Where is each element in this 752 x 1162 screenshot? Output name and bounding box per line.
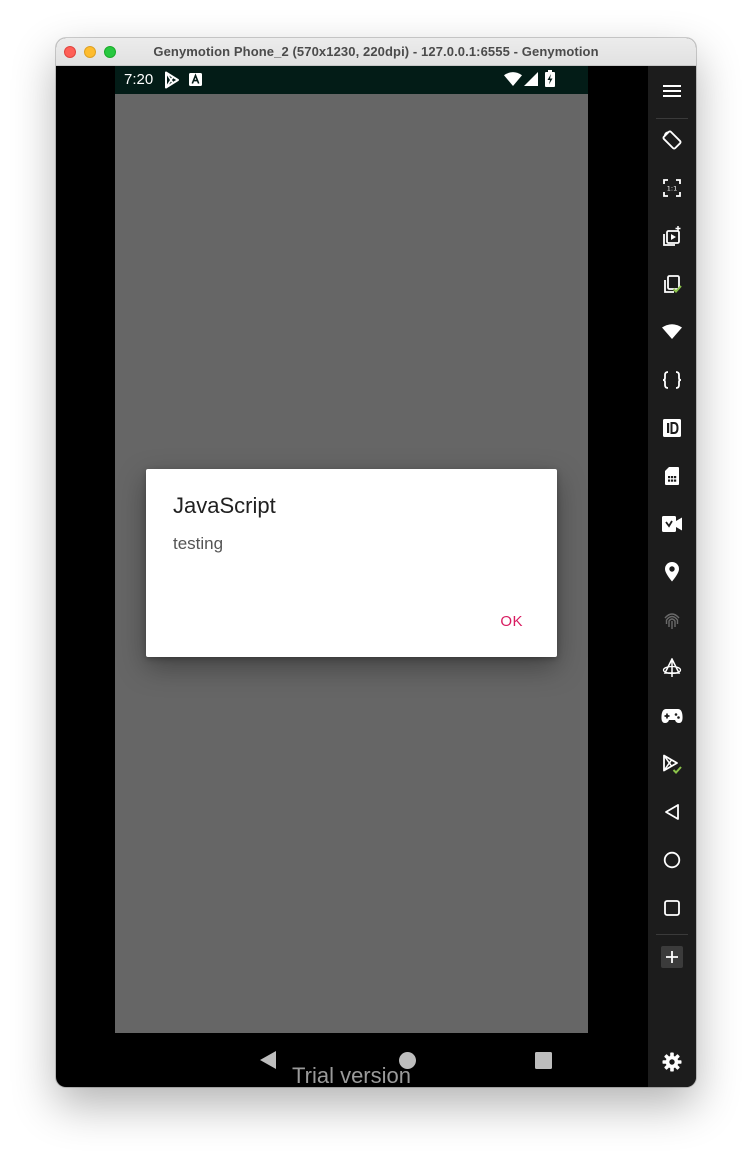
fingerprint-button[interactable] bbox=[648, 600, 696, 640]
motion-sensor-button[interactable] bbox=[648, 648, 696, 688]
braces-icon bbox=[662, 371, 682, 389]
window-title: Genymotion Phone_2 (570x1230, 220dpi) - … bbox=[153, 44, 599, 59]
sim-card-icon bbox=[665, 467, 679, 485]
nav-back-icon[interactable] bbox=[259, 1050, 277, 1070]
back-button[interactable] bbox=[648, 792, 696, 832]
dialog-title: JavaScript bbox=[173, 493, 276, 518]
toolbar-menu-button[interactable] bbox=[648, 71, 696, 111]
location-pin-icon bbox=[665, 562, 679, 582]
status-time: 7:20 bbox=[124, 71, 154, 88]
sim-card-button[interactable] bbox=[648, 456, 696, 496]
menu-icon bbox=[663, 85, 681, 97]
motion-sensor-icon bbox=[662, 658, 682, 677]
gapps-button[interactable] bbox=[648, 744, 696, 784]
javascript-alert-dialog: JavaScript testing OK bbox=[146, 469, 557, 657]
wifi-icon bbox=[504, 72, 522, 86]
nav-recents-icon[interactable] bbox=[535, 1052, 552, 1069]
emulator-window: Genymotion Phone_2 (570x1230, 220dpi) - … bbox=[56, 38, 696, 1087]
a-notification-icon bbox=[189, 73, 202, 86]
location-button[interactable] bbox=[648, 552, 696, 592]
add-widget-button[interactable] bbox=[648, 937, 696, 977]
wifi-button[interactable] bbox=[648, 312, 696, 352]
add-icon-box bbox=[661, 946, 683, 968]
capture-icon bbox=[663, 226, 681, 246]
status-bar: 7:20 bbox=[115, 66, 588, 94]
title-bar[interactable]: Genymotion Phone_2 (570x1230, 220dpi) - … bbox=[56, 38, 696, 66]
back-icon bbox=[665, 804, 679, 820]
clipboard-button[interactable] bbox=[648, 264, 696, 304]
gapps-icon bbox=[663, 754, 682, 774]
ok-button[interactable]: OK bbox=[496, 611, 527, 632]
navigation-bar: Trial version bbox=[115, 1033, 588, 1087]
clipboard-icon bbox=[664, 275, 682, 293]
add-icon bbox=[666, 951, 678, 963]
wifi-icon bbox=[662, 324, 682, 339]
recents-button[interactable] bbox=[648, 888, 696, 928]
play-store-icon bbox=[165, 71, 179, 89]
shell-button[interactable] bbox=[648, 360, 696, 400]
capture-button[interactable] bbox=[648, 216, 696, 256]
app-content[interactable]: JavaScript testing OK bbox=[115, 94, 588, 1033]
genymotion-toolbar: 1:1 bbox=[648, 66, 696, 1087]
toolbar-separator bbox=[656, 118, 688, 119]
fingerprint-icon bbox=[664, 613, 680, 629]
device-screen[interactable]: 7:20 JavaScript testing OK bbox=[115, 66, 588, 1033]
pixel-perfect-icon: 1:1 bbox=[663, 179, 681, 197]
dialog-message: testing bbox=[173, 534, 224, 553]
home-button[interactable] bbox=[648, 840, 696, 880]
toolbar-separator bbox=[656, 934, 688, 935]
trial-watermark: Trial version bbox=[292, 1063, 411, 1087]
camera-button[interactable] bbox=[648, 504, 696, 544]
device-id-icon bbox=[663, 419, 681, 437]
settings-icon bbox=[662, 1052, 682, 1072]
rotate-icon bbox=[662, 130, 682, 150]
battery-charging-icon bbox=[545, 70, 555, 87]
settings-button[interactable] bbox=[648, 1042, 696, 1082]
recents-icon bbox=[664, 900, 680, 916]
gamepad-icon bbox=[661, 709, 683, 723]
device-id-button[interactable] bbox=[648, 408, 696, 448]
svg-text:1:1: 1:1 bbox=[667, 185, 677, 193]
rotate-button[interactable] bbox=[648, 120, 696, 160]
pixel-perfect-button[interactable]: 1:1 bbox=[648, 168, 696, 208]
camera-icon bbox=[662, 516, 682, 532]
signal-icon bbox=[524, 72, 538, 86]
nav-home-icon[interactable] bbox=[399, 1052, 416, 1069]
gamepad-button[interactable] bbox=[648, 696, 696, 736]
home-icon bbox=[663, 851, 681, 869]
